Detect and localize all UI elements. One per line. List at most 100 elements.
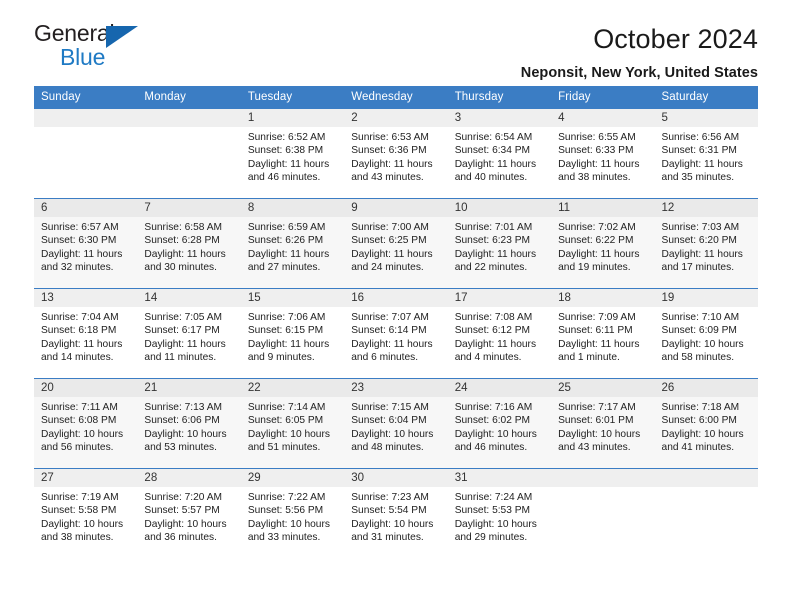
daylight-text-line2: and 14 minutes. <box>41 352 114 364</box>
calendar-day-cell[interactable]: 18 Sunrise: 7:09 AM Sunset: 6:11 PM Dayligh… <box>551 288 655 379</box>
daylight-text-line1: Daylight: 11 hours <box>41 338 123 350</box>
day-number: 30 <box>344 469 448 487</box>
day-number: 21 <box>137 379 241 397</box>
sunset-text: Sunset: 6:15 PM <box>247 325 324 337</box>
sunrise-text: Sunrise: 7:18 AM <box>661 402 740 413</box>
calendar-day-cell[interactable]: 8 Sunrise: 6:59 AM Sunset: 6:26 PM Daylight… <box>240 198 345 289</box>
sunset-text: Sunset: 6:36 PM <box>351 145 427 157</box>
calendar-day-cell[interactable]: 4 Sunrise: 6:55 AM Sunset: 6:33 PM Daylight… <box>551 108 655 199</box>
day-details: Sunrise: 7:23 AM Sunset: 5:54 PM Daylight:… <box>344 487 447 545</box>
daylight-text-line2: and 4 minutes. <box>454 352 522 364</box>
calendar-day-cell[interactable]: 2 Sunrise: 6:53 AM Sunset: 6:36 PM Daylight… <box>344 108 448 199</box>
calendar-day-cell[interactable]: 22 Sunrise: 7:14 AM Sunset: 6:05 PM Dayligh… <box>240 378 345 469</box>
day-details: Sunrise: 6:53 AM Sunset: 6:36 PM Daylight:… <box>344 127 447 185</box>
day-number: 26 <box>654 379 758 397</box>
calendar-day-cell[interactable]: 9 Sunrise: 7:00 AM Sunset: 6:25 PM Daylight… <box>344 198 448 289</box>
brand-name-blue: Blue <box>60 44 106 70</box>
day-number: 23 <box>344 379 448 397</box>
sunset-text: Sunset: 6:02 PM <box>454 415 531 427</box>
weekday-header-sunday: Sunday <box>34 86 138 109</box>
daylight-text-line1: Daylight: 10 hours <box>351 428 434 440</box>
day-details: Sunrise: 7:04 AM Sunset: 6:18 PM Daylight:… <box>34 307 137 365</box>
calendar-day-cell[interactable]: 27 Sunrise: 7:19 AM Sunset: 5:58 PM Dayligh… <box>34 468 138 559</box>
day-number: 18 <box>551 289 655 307</box>
day-number: 25 <box>551 379 655 397</box>
sunset-text: Sunset: 6:23 PM <box>454 235 531 247</box>
sunrise-text: Sunrise: 6:53 AM <box>351 132 429 143</box>
calendar-day-cell[interactable]: 30 Sunrise: 7:23 AM Sunset: 5:54 PM Dayligh… <box>344 468 448 559</box>
calendar-day-cell[interactable]: 5 Sunrise: 6:56 AM Sunset: 6:31 PM Daylight… <box>654 108 758 199</box>
sunrise-text: Sunrise: 7:22 AM <box>247 492 326 503</box>
daylight-text-line1: Daylight: 10 hours <box>454 518 537 530</box>
day-number <box>137 109 241 127</box>
sunset-text: Sunset: 6:05 PM <box>247 415 324 427</box>
calendar-day-cell[interactable]: 7 Sunrise: 6:58 AM Sunset: 6:28 PM Daylight… <box>137 198 241 289</box>
calendar-day-cell[interactable]: 11 Sunrise: 7:02 AM Sunset: 6:22 PM Dayligh… <box>551 198 655 289</box>
daylight-text-line1: Daylight: 10 hours <box>558 428 641 440</box>
day-details: Sunrise: 7:22 AM Sunset: 5:56 PM Daylight:… <box>241 487 344 545</box>
daylight-text-line1: Daylight: 10 hours <box>661 428 744 440</box>
calendar-day-cell[interactable]: 12 Sunrise: 7:03 AM Sunset: 6:20 PM Dayligh… <box>654 198 758 289</box>
daylight-text-line2: and 43 minutes. <box>558 442 631 454</box>
daylight-text-line1: Daylight: 11 hours <box>144 338 226 350</box>
weekday-header-monday: Monday <box>137 86 241 109</box>
calendar-day-cell[interactable]: 20 Sunrise: 7:11 AM Sunset: 6:08 PM Dayligh… <box>34 378 138 469</box>
calendar-day-cell[interactable]: 13 Sunrise: 7:04 AM Sunset: 6:18 PM Dayligh… <box>34 288 138 379</box>
calendar-day-cell[interactable]: 10 Sunrise: 7:01 AM Sunset: 6:23 PM Dayligh… <box>447 198 552 289</box>
calendar-day-cell[interactable]: 21 Sunrise: 7:13 AM Sunset: 6:06 PM Dayligh… <box>137 378 241 469</box>
sunrise-text: Sunrise: 6:58 AM <box>144 222 223 233</box>
daylight-text-line2: and 33 minutes. <box>247 532 321 544</box>
calendar-week-row: 20 Sunrise: 7:11 AM Sunset: 6:08 PM Dayligh… <box>34 378 758 469</box>
calendar-day-cell[interactable]: 25 Sunrise: 7:17 AM Sunset: 6:01 PM Dayligh… <box>551 378 655 469</box>
daylight-text-line2: and 40 minutes. <box>454 172 528 184</box>
calendar-day-cell[interactable]: 17 Sunrise: 7:08 AM Sunset: 6:12 PM Dayligh… <box>447 288 552 379</box>
calendar-day-cell[interactable]: 15 Sunrise: 7:06 AM Sunset: 6:15 PM Dayligh… <box>240 288 345 379</box>
day-details: Sunrise: 7:08 AM Sunset: 6:12 PM Daylight:… <box>448 307 551 365</box>
calendar-day-cell[interactable]: 26 Sunrise: 7:18 AM Sunset: 6:00 PM Dayligh… <box>654 378 758 469</box>
calendar-day-cell[interactable]: 1 Sunrise: 6:52 AM Sunset: 6:38 PM Daylight… <box>240 108 345 199</box>
day-number: 3 <box>447 109 552 127</box>
calendar-day-cell[interactable]: 28 Sunrise: 7:20 AM Sunset: 5:57 PM Dayligh… <box>137 468 241 559</box>
daylight-text-line1: Daylight: 11 hours <box>144 248 226 260</box>
sunrise-text: Sunrise: 7:10 AM <box>661 312 740 323</box>
daylight-text-line2: and 41 minutes. <box>661 442 735 454</box>
sunrise-text: Sunrise: 7:03 AM <box>661 222 740 233</box>
sunset-text: Sunset: 6:01 PM <box>558 415 634 427</box>
day-details: Sunrise: 7:14 AM Sunset: 6:05 PM Daylight:… <box>240 397 345 455</box>
calendar-day-cell[interactable]: 16 Sunrise: 7:07 AM Sunset: 6:14 PM Dayligh… <box>344 288 448 379</box>
brand-logo[interactable]: General Blue <box>34 22 154 74</box>
daylight-text-line2: and 9 minutes. <box>247 352 315 364</box>
daylight-text-line2: and 43 minutes. <box>351 172 424 184</box>
daylight-text-line1: Daylight: 11 hours <box>558 158 640 170</box>
daylight-text-line2: and 53 minutes. <box>144 442 217 454</box>
calendar-day-cell[interactable]: 29 Sunrise: 7:22 AM Sunset: 5:56 PM Dayligh… <box>240 468 345 559</box>
day-number: 27 <box>34 469 138 487</box>
calendar-day-cell[interactable]: 19 Sunrise: 7:10 AM Sunset: 6:09 PM Dayligh… <box>654 288 758 379</box>
daylight-text-line1: Daylight: 10 hours <box>247 428 330 440</box>
daylight-text-line2: and 11 minutes. <box>144 352 217 364</box>
day-number: 12 <box>654 199 758 217</box>
page-header: General Blue October 2024 Neponsit, New … <box>34 0 758 82</box>
calendar-day-cell[interactable]: 24 Sunrise: 7:16 AM Sunset: 6:02 PM Dayligh… <box>447 378 552 469</box>
day-details: Sunrise: 7:13 AM Sunset: 6:06 PM Daylight:… <box>137 397 241 455</box>
calendar-day-cell[interactable]: 31 Sunrise: 7:24 AM Sunset: 5:53 PM Dayligh… <box>447 468 552 559</box>
daylight-text-line2: and 38 minutes. <box>558 172 631 184</box>
calendar-week-row: 6 Sunrise: 6:57 AM Sunset: 6:30 PM Daylight… <box>34 198 758 289</box>
daylight-text-line2: and 46 minutes. <box>454 442 528 454</box>
daylight-text-line1: Daylight: 10 hours <box>41 518 124 530</box>
daylight-text-line2: and 22 minutes. <box>454 262 528 274</box>
calendar-day-cell[interactable]: 23 Sunrise: 7:15 AM Sunset: 6:04 PM Dayligh… <box>344 378 448 469</box>
day-details: Sunrise: 7:03 AM Sunset: 6:20 PM Daylight:… <box>654 217 758 275</box>
sunrise-text: Sunrise: 7:09 AM <box>558 312 636 323</box>
calendar-day-cell[interactable]: 3 Sunrise: 6:54 AM Sunset: 6:34 PM Daylight… <box>447 108 552 199</box>
calendar-day-cell[interactable]: 14 Sunrise: 7:05 AM Sunset: 6:17 PM Dayligh… <box>137 288 241 379</box>
daylight-text-line1: Daylight: 11 hours <box>247 338 330 350</box>
sunset-text: Sunset: 6:08 PM <box>41 415 117 427</box>
day-number: 4 <box>551 109 655 127</box>
sunrise-text: Sunrise: 7:01 AM <box>454 222 533 233</box>
calendar-day-cell[interactable]: 6 Sunrise: 6:57 AM Sunset: 6:30 PM Daylight… <box>34 198 138 289</box>
sunrise-text: Sunrise: 6:52 AM <box>247 132 326 143</box>
daylight-text-line2: and 35 minutes. <box>661 172 735 184</box>
day-number: 10 <box>447 199 552 217</box>
day-number: 13 <box>34 289 138 307</box>
